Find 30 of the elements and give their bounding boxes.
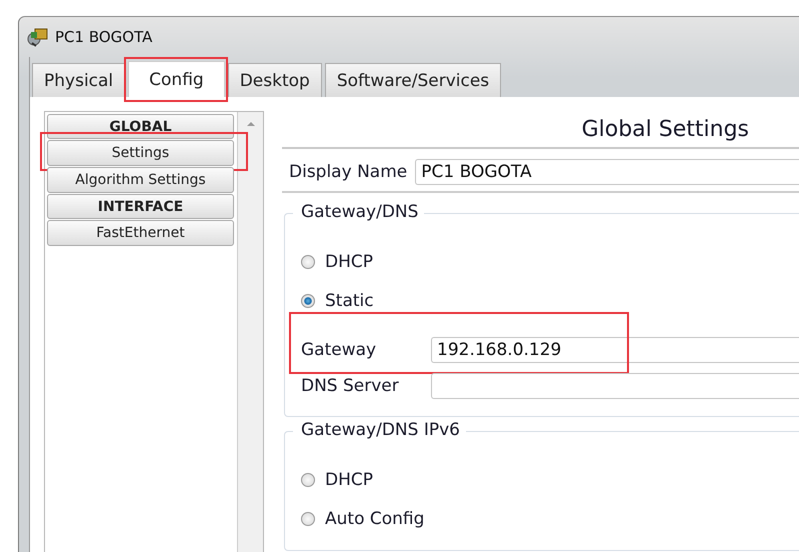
- radio-button[interactable]: [301, 512, 315, 526]
- input-field[interactable]: [431, 373, 799, 399]
- group-title: Gateway/DNS IPv6: [293, 420, 466, 440]
- group-title: Gateway/DNS: [293, 202, 424, 222]
- pc-icon: [27, 27, 49, 47]
- tab[interactable]: Software/Services: [324, 63, 502, 97]
- radio-button[interactable]: [301, 254, 315, 268]
- tab[interactable]: Physical: [32, 63, 126, 97]
- input-field[interactable]: PC1 BOGOTA: [415, 159, 799, 185]
- field-label: Display Name: [289, 162, 408, 182]
- radio-label: DHCP: [325, 252, 373, 272]
- section-header[interactable]: GLOBAL: [47, 114, 234, 139]
- radio-label: Static: [325, 290, 374, 310]
- field-label: Gateway: [301, 340, 378, 360]
- tab[interactable]: Desktop: [228, 63, 322, 97]
- section-header[interactable]: INTERFACE: [47, 194, 234, 219]
- radio-button[interactable]: [301, 294, 315, 308]
- scrollbar[interactable]: [237, 112, 263, 552]
- sidebar-item[interactable]: FastEthernet: [47, 220, 234, 246]
- radio-button[interactable]: [301, 472, 315, 486]
- field-label: DNS Server: [301, 376, 400, 396]
- radio-label: DHCP: [325, 470, 373, 490]
- scroll-up-icon[interactable]: [244, 120, 256, 128]
- window-title: PC1 BOGOTA: [55, 28, 152, 46]
- sidebar-item[interactable]: Algorithm Settings: [47, 167, 234, 193]
- panel-title: Global Settings: [282, 117, 799, 149]
- sidebar-item[interactable]: Settings: [47, 140, 234, 166]
- input-field[interactable]: 192.168.0.129: [431, 337, 799, 363]
- tab[interactable]: Config: [128, 61, 225, 97]
- radio-label: Auto Config: [325, 508, 424, 528]
